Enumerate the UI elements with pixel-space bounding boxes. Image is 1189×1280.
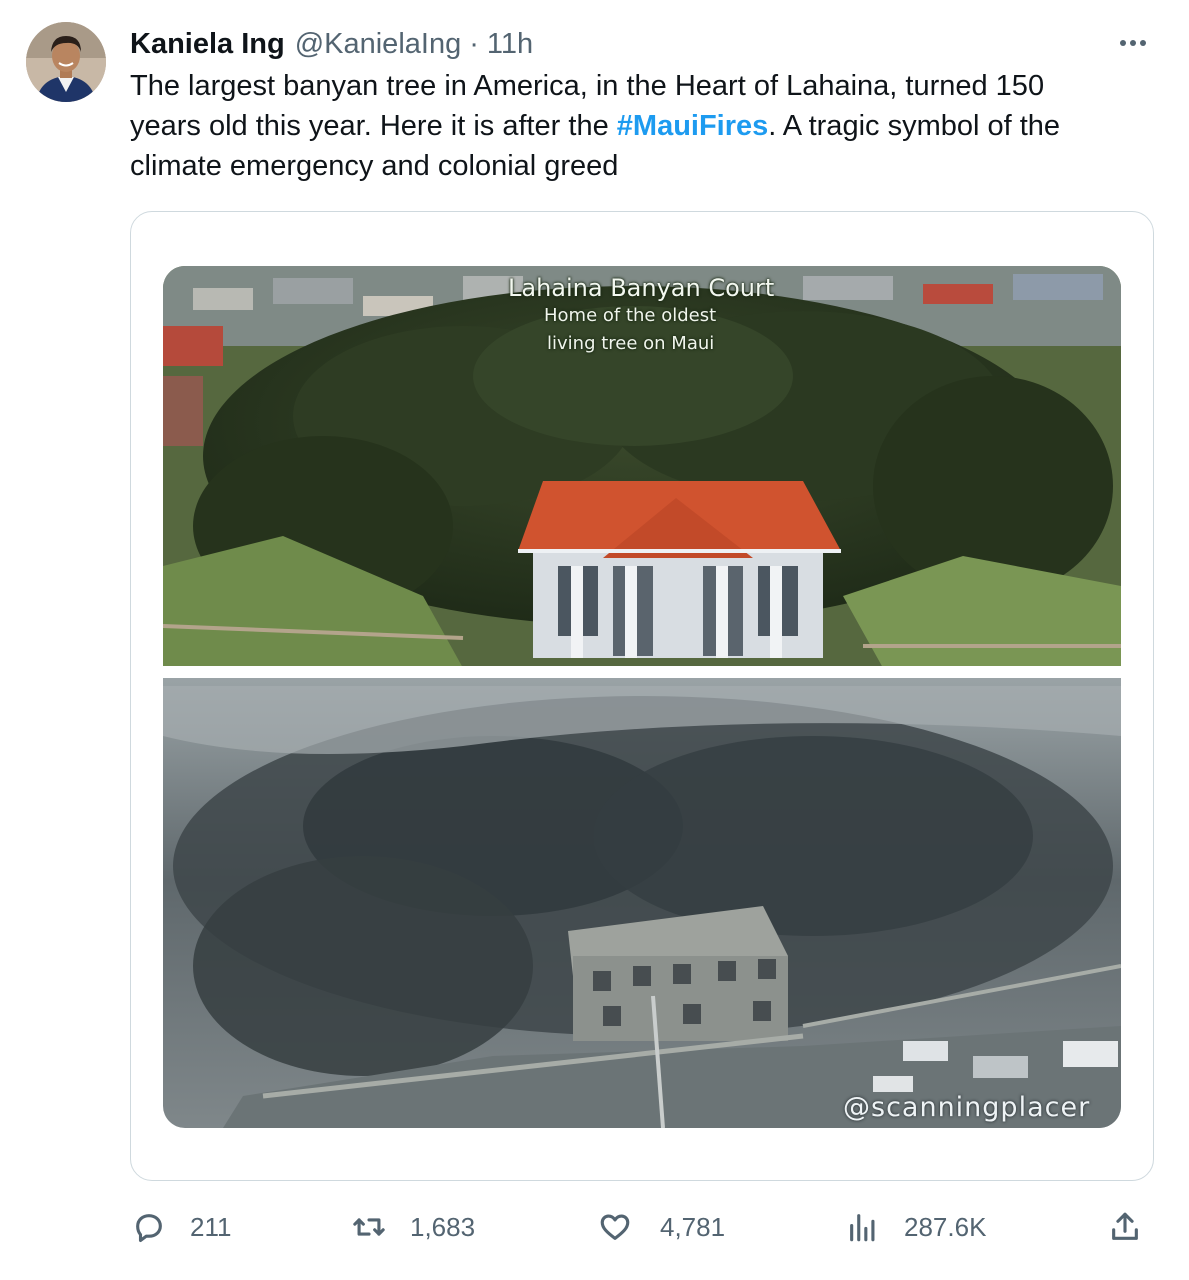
tweet-text-line-3: climate emergency and colonial greed xyxy=(130,150,619,182)
share-button[interactable] xyxy=(1108,1200,1142,1254)
tweet-text-line-1: The largest banyan tree in America, in t… xyxy=(130,70,1045,102)
analytics-icon xyxy=(850,1214,875,1242)
after-photo xyxy=(163,678,1121,1128)
timestamp[interactable]: 11h xyxy=(487,28,533,61)
tweet-actions: 211 1,683 4,781 287.6K xyxy=(130,1200,1154,1254)
tweet: Kaniela Ing @KanielaIng · 11h The larges… xyxy=(0,0,1189,1280)
views-count: 287.6K xyxy=(904,1211,987,1242)
photo-watermark: @scanningplacer xyxy=(843,1092,1091,1123)
tweet-text-line-2: years old this year. Here it is after th… xyxy=(130,106,1150,146)
tweet-text-segment: years old this year. Here it is after th… xyxy=(130,110,617,142)
hashtag-link[interactable]: #MauiFires xyxy=(617,110,769,142)
avatar-image xyxy=(26,22,106,102)
retweet-icon xyxy=(353,1218,385,1236)
reply-icon xyxy=(136,1214,162,1243)
overlay-subtitle-2: living tree on Maui xyxy=(547,333,715,354)
author-handle[interactable]: @KanielaIng xyxy=(295,28,462,61)
retweet-button[interactable]: 1,683 xyxy=(352,1200,475,1254)
reply-button[interactable]: 211 xyxy=(132,1200,231,1254)
separator-dot: · xyxy=(469,27,479,60)
before-after-photo xyxy=(163,266,1121,1128)
more-icon xyxy=(1120,40,1126,46)
author-name[interactable]: Kaniela Ing xyxy=(130,28,285,61)
tweet-text: The largest banyan tree in America, in t… xyxy=(130,66,1150,186)
like-button[interactable]: 4,781 xyxy=(598,1200,725,1254)
media-image[interactable]: Lahaina Banyan Court Home of the oldest … xyxy=(163,266,1121,1128)
more-options-button[interactable] xyxy=(1112,30,1154,56)
before-photo xyxy=(163,266,1121,678)
avatar[interactable] xyxy=(26,22,106,102)
reply-count: 211 xyxy=(190,1211,232,1242)
share-icon xyxy=(1112,1212,1138,1240)
retweet-count: 1,683 xyxy=(410,1211,476,1242)
tweet-header: Kaniela Ing @KanielaIng · 11h xyxy=(130,24,533,64)
heart-icon xyxy=(600,1214,630,1240)
like-count: 4,781 xyxy=(660,1211,726,1242)
views-button[interactable]: 287.6K xyxy=(846,1200,986,1254)
overlay-subtitle-1: Home of the oldest xyxy=(544,305,717,326)
tweet-text-segment: . A tragic symbol of the xyxy=(768,110,1061,142)
overlay-title: Lahaina Banyan Court xyxy=(508,274,775,302)
